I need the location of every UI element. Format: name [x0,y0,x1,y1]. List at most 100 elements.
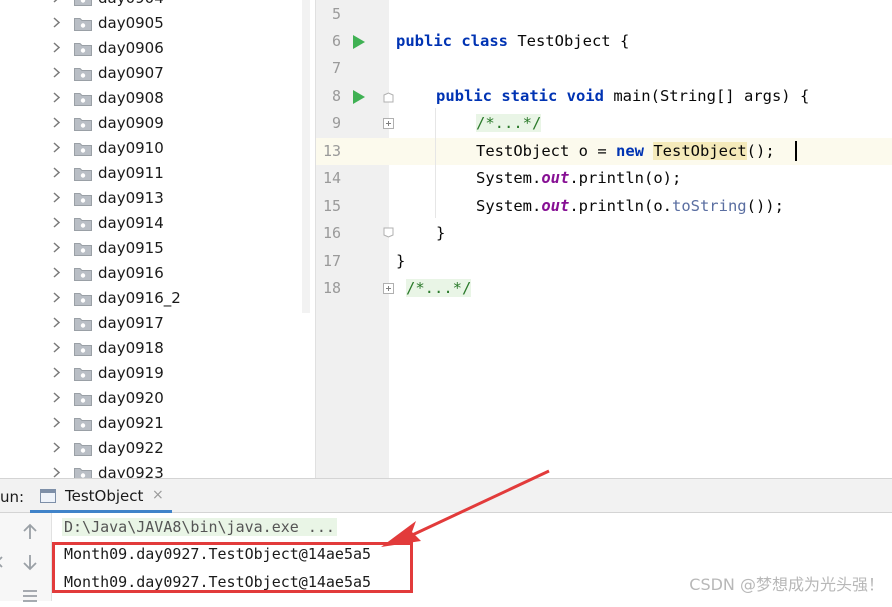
chevron-right-icon[interactable] [51,167,62,178]
fold-expand-icon[interactable] [383,118,394,129]
run-config-icon [40,488,56,503]
tree-item[interactable]: day0918 [0,335,300,360]
chevron-right-icon[interactable] [51,267,62,278]
package-folder-icon [74,167,92,181]
tree-item-label: day0921 [98,414,164,432]
tree-item[interactable]: day0921 [0,410,300,435]
code-text: TestObject { [507,32,630,50]
tree-item-label: day0920 [98,389,164,407]
tree-item-label: day0905 [98,14,164,32]
tree-item[interactable]: day0922 [0,435,300,460]
tree-item[interactable]: day0920 [0,385,300,410]
package-folder-icon [74,217,92,231]
tree-item-label: day0907 [98,64,164,82]
line-number: 6 [331,32,341,50]
project-tree: day0904 day0905 day0906 day0907 day0908 day09… [0,0,315,478]
chevron-left-icon[interactable] [0,551,16,573]
run-tab-label: TestObject [65,487,144,505]
package-folder-icon [74,17,92,31]
run-main-icon[interactable] [353,90,365,104]
chevron-right-icon[interactable] [51,0,62,3]
chevron-right-icon[interactable] [51,242,62,253]
chevron-right-icon[interactable] [51,142,62,153]
chevron-right-icon[interactable] [51,192,62,203]
chevron-right-icon[interactable] [51,367,62,378]
code-text: TestObject o = [476,142,616,160]
chevron-right-icon[interactable] [51,67,62,78]
run-class-icon[interactable] [353,35,365,49]
tree-item-label: day0913 [98,189,164,207]
method-call: toString [671,197,747,215]
chevron-right-icon[interactable] [51,92,62,103]
chevron-right-icon[interactable] [51,292,62,303]
fold-open-icon[interactable] [383,92,394,103]
package-folder-icon [74,392,92,406]
chevron-right-icon[interactable] [51,17,62,28]
console-command-line[interactable]: D:\Java\JAVA8\bin\java.exe ... [62,518,337,536]
tree-item-label: day0917 [98,314,164,332]
tree-item-label: day0923 [98,464,164,478]
tree-item[interactable]: day0904 [0,0,300,10]
chevron-right-icon[interactable] [51,417,62,428]
package-folder-icon [74,467,92,478]
tree-item[interactable]: day0917 [0,310,300,335]
package-folder-icon [74,342,92,356]
chevron-right-icon[interactable] [51,117,62,128]
line-number: 17 [322,252,341,270]
code-text: ()); [746,197,784,215]
indent-guide [435,108,436,218]
chevron-right-icon[interactable] [51,467,62,478]
arrow-down-icon[interactable] [19,551,41,573]
package-folder-icon [74,267,92,281]
tree-item[interactable]: day0916_2 [0,285,300,310]
tree-item[interactable]: day0913 [0,185,300,210]
line-number: 16 [322,224,341,242]
tree-item[interactable]: day0915 [0,235,300,260]
chevron-right-icon[interactable] [51,317,62,328]
tree-item[interactable]: day0916 [0,260,300,285]
code-text: main(String[] args) { [603,87,810,105]
tree-item[interactable]: day0907 [0,60,300,85]
tree-item-label: day0909 [98,114,164,132]
code-line-14: System.out.println(o); [476,169,681,187]
folded-comment[interactable]: /*...*/ [476,114,542,132]
chevron-right-icon[interactable] [51,392,62,403]
run-config-tab[interactable]: TestObject × [30,479,164,512]
fold-expand-icon[interactable] [383,283,394,294]
tree-item-label: day0910 [98,139,164,157]
tree-item[interactable]: day0909 [0,110,300,135]
tree-item[interactable]: day0914 [0,210,300,235]
code-editor[interactable] [389,0,892,478]
line-number: 8 [331,87,341,105]
tree-item[interactable]: day0919 [0,360,300,385]
keyword: public class [396,32,508,50]
keyword: new [615,142,644,160]
tree-item-label: day0919 [98,364,164,382]
chevron-right-icon[interactable] [51,442,62,453]
tree-item-label: day0916_2 [98,289,181,307]
fold-close-icon[interactable] [383,227,394,238]
tree-item[interactable]: day0910 [0,135,300,160]
tree-item[interactable]: day0905 [0,10,300,35]
tree-scrollbar[interactable] [302,0,310,313]
folded-comment[interactable]: /*...*/ [406,279,472,297]
tree-item[interactable]: day0906 [0,35,300,60]
chevron-right-icon[interactable] [51,42,62,53]
chevron-right-icon[interactable] [51,342,62,353]
package-folder-icon [74,242,92,256]
tree-item-label: day0915 [98,239,164,257]
chevron-right-icon[interactable] [51,217,62,228]
tree-item-label: day0918 [98,339,164,357]
arrow-up-icon[interactable] [19,521,41,543]
tree-item-label: day0908 [98,89,164,107]
text-caret [795,141,797,161]
package-folder-icon [74,317,92,331]
tree-item[interactable]: day0923 [0,460,300,478]
close-icon[interactable]: × [152,487,164,503]
tree-item[interactable]: day0908 [0,85,300,110]
line-number: 9 [331,114,341,132]
tree-item[interactable]: day0911 [0,160,300,185]
run-tool-window-header: un: TestObject × [0,478,892,513]
soft-wrap-icon[interactable] [19,585,41,607]
run-side-toolbar [0,513,52,602]
